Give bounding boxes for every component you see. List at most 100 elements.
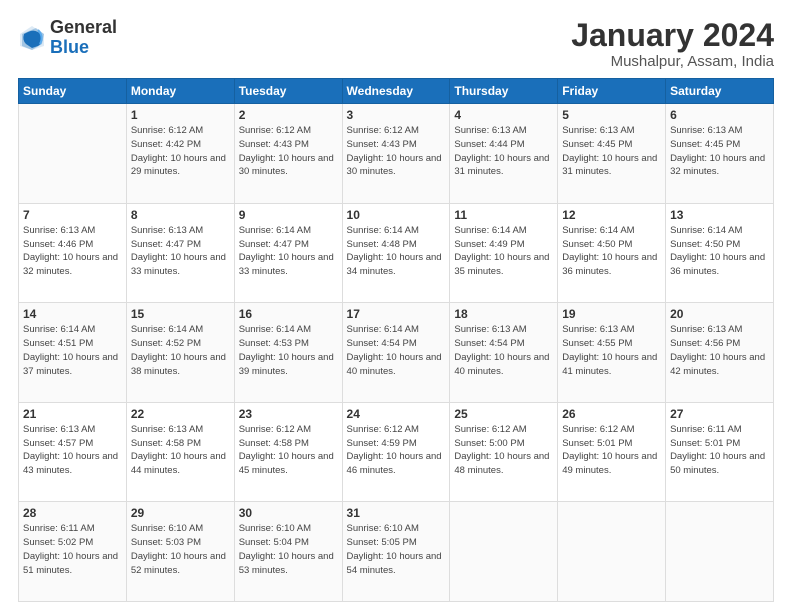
day-info: Sunrise: 6:13 AMSunset: 4:54 PMDaylight:… bbox=[454, 323, 553, 378]
calendar-day-cell: 23Sunrise: 6:12 AMSunset: 4:58 PMDayligh… bbox=[234, 402, 342, 502]
calendar-day-cell: 10 Sunrise: 6:14 AMSunset: 4:48 PMDayligh… bbox=[342, 203, 450, 303]
day-number: 22 bbox=[131, 407, 230, 421]
calendar-day-cell: 9 Sunrise: 6:14 AMSunset: 4:47 PMDaylight… bbox=[234, 203, 342, 303]
day-number: 4 bbox=[454, 108, 553, 122]
day-info: Sunrise: 6:12 AMSunset: 4:59 PMDaylight:… bbox=[347, 423, 446, 478]
calendar-day-cell: 25Sunrise: 6:12 AMSunset: 5:00 PMDayligh… bbox=[450, 402, 558, 502]
day-info: Sunrise: 6:14 AMSunset: 4:54 PMDaylight:… bbox=[347, 323, 446, 378]
day-number: 13 bbox=[670, 208, 769, 222]
calendar-day-cell: 1 Sunrise: 6:12 AMSunset: 4:42 PMDaylight… bbox=[126, 104, 234, 204]
day-info: Sunrise: 6:12 AMSunset: 4:42 PMDaylight:… bbox=[131, 124, 230, 179]
logo-text: General Blue bbox=[50, 18, 117, 58]
day-number: 15 bbox=[131, 307, 230, 321]
calendar-day-cell: 15Sunrise: 6:14 AMSunset: 4:52 PMDayligh… bbox=[126, 303, 234, 403]
calendar-day-cell: 3 Sunrise: 6:12 AMSunset: 4:43 PMDaylight… bbox=[342, 104, 450, 204]
day-number: 26 bbox=[562, 407, 661, 421]
day-info: Sunrise: 6:14 AMSunset: 4:51 PMDaylight:… bbox=[23, 323, 122, 378]
calendar-day-cell: 21Sunrise: 6:13 AMSunset: 4:57 PMDayligh… bbox=[19, 402, 127, 502]
day-number: 20 bbox=[670, 307, 769, 321]
calendar-week-row: 21Sunrise: 6:13 AMSunset: 4:57 PMDayligh… bbox=[19, 402, 774, 502]
calendar-day-cell: 30 Sunrise: 6:10 AMSunset: 5:04 PMDayligh… bbox=[234, 502, 342, 602]
day-number: 10 bbox=[347, 208, 446, 222]
calendar-day-cell: 13Sunrise: 6:14 AMSunset: 4:50 PMDayligh… bbox=[666, 203, 774, 303]
calendar-day-cell: 5Sunrise: 6:13 AMSunset: 4:45 PMDaylight… bbox=[558, 104, 666, 204]
calendar-day-cell: 11 Sunrise: 6:14 AMSunset: 4:49 PMDayligh… bbox=[450, 203, 558, 303]
day-number: 9 bbox=[239, 208, 338, 222]
calendar-day-header: Tuesday bbox=[234, 79, 342, 104]
day-info: Sunrise: 6:12 AMSunset: 4:43 PMDaylight:… bbox=[347, 124, 446, 179]
day-info: Sunrise: 6:14 AMSunset: 4:53 PMDaylight:… bbox=[239, 323, 338, 378]
day-info: Sunrise: 6:13 AMSunset: 4:55 PMDaylight:… bbox=[562, 323, 661, 378]
calendar-day-cell: 16 Sunrise: 6:14 AMSunset: 4:53 PMDayligh… bbox=[234, 303, 342, 403]
calendar-day-cell: 17Sunrise: 6:14 AMSunset: 4:54 PMDayligh… bbox=[342, 303, 450, 403]
calendar-title: January 2024 bbox=[571, 18, 774, 53]
day-number: 24 bbox=[347, 407, 446, 421]
logo-icon bbox=[18, 24, 46, 52]
day-number: 5 bbox=[562, 108, 661, 122]
day-number: 11 bbox=[454, 208, 553, 222]
calendar-day-cell: 28 Sunrise: 6:11 AMSunset: 5:02 PMDayligh… bbox=[19, 502, 127, 602]
calendar-day-cell: 6 Sunrise: 6:13 AMSunset: 4:45 PMDaylight… bbox=[666, 104, 774, 204]
calendar-day-cell: 27Sunrise: 6:11 AMSunset: 5:01 PMDayligh… bbox=[666, 402, 774, 502]
calendar-body: 1 Sunrise: 6:12 AMSunset: 4:42 PMDaylight… bbox=[19, 104, 774, 602]
calendar-day-cell: 8Sunrise: 6:13 AMSunset: 4:47 PMDaylight… bbox=[126, 203, 234, 303]
day-number: 6 bbox=[670, 108, 769, 122]
title-block: January 2024 Mushalpur, Assam, India bbox=[571, 18, 774, 70]
calendar-day-cell bbox=[450, 502, 558, 602]
day-number: 7 bbox=[23, 208, 122, 222]
calendar-day-cell: 12Sunrise: 6:14 AMSunset: 4:50 PMDayligh… bbox=[558, 203, 666, 303]
calendar-day-cell: 7 Sunrise: 6:13 AMSunset: 4:46 PMDaylight… bbox=[19, 203, 127, 303]
calendar-table: SundayMondayTuesdayWednesdayThursdayFrid… bbox=[18, 78, 774, 602]
calendar-day-cell: 14 Sunrise: 6:14 AMSunset: 4:51 PMDayligh… bbox=[19, 303, 127, 403]
logo-blue: Blue bbox=[50, 37, 89, 57]
day-number: 28 bbox=[23, 506, 122, 520]
day-number: 12 bbox=[562, 208, 661, 222]
day-number: 29 bbox=[131, 506, 230, 520]
day-info: Sunrise: 6:14 AMSunset: 4:48 PMDaylight:… bbox=[347, 224, 446, 279]
day-number: 27 bbox=[670, 407, 769, 421]
calendar-day-cell: 18Sunrise: 6:13 AMSunset: 4:54 PMDayligh… bbox=[450, 303, 558, 403]
day-info: Sunrise: 6:13 AMSunset: 4:56 PMDaylight:… bbox=[670, 323, 769, 378]
logo-general: General bbox=[50, 17, 117, 37]
day-info: Sunrise: 6:13 AMSunset: 4:46 PMDaylight:… bbox=[23, 224, 122, 279]
calendar-day-header: Sunday bbox=[19, 79, 127, 104]
logo: General Blue bbox=[18, 18, 117, 58]
header: General Blue January 2024 Mushalpur, Ass… bbox=[18, 18, 774, 70]
calendar-day-cell: 2Sunrise: 6:12 AMSunset: 4:43 PMDaylight… bbox=[234, 104, 342, 204]
day-info: Sunrise: 6:13 AMSunset: 4:45 PMDaylight:… bbox=[670, 124, 769, 179]
day-number: 1 bbox=[131, 108, 230, 122]
day-info: Sunrise: 6:13 AMSunset: 4:47 PMDaylight:… bbox=[131, 224, 230, 279]
calendar-day-cell bbox=[666, 502, 774, 602]
calendar-day-cell: 24 Sunrise: 6:12 AMSunset: 4:59 PMDayligh… bbox=[342, 402, 450, 502]
calendar-day-header: Monday bbox=[126, 79, 234, 104]
calendar-week-row: 1 Sunrise: 6:12 AMSunset: 4:42 PMDaylight… bbox=[19, 104, 774, 204]
day-info: Sunrise: 6:14 AMSunset: 4:47 PMDaylight:… bbox=[239, 224, 338, 279]
day-info: Sunrise: 6:12 AMSunset: 5:00 PMDaylight:… bbox=[454, 423, 553, 478]
calendar-week-row: 28 Sunrise: 6:11 AMSunset: 5:02 PMDayligh… bbox=[19, 502, 774, 602]
calendar-day-cell: 31Sunrise: 6:10 AMSunset: 5:05 PMDayligh… bbox=[342, 502, 450, 602]
day-info: Sunrise: 6:11 AMSunset: 5:02 PMDaylight:… bbox=[23, 522, 122, 577]
calendar-day-header: Wednesday bbox=[342, 79, 450, 104]
day-number: 23 bbox=[239, 407, 338, 421]
day-number: 19 bbox=[562, 307, 661, 321]
day-number: 21 bbox=[23, 407, 122, 421]
calendar-week-row: 14 Sunrise: 6:14 AMSunset: 4:51 PMDayligh… bbox=[19, 303, 774, 403]
calendar-day-cell bbox=[558, 502, 666, 602]
calendar-subtitle: Mushalpur, Assam, India bbox=[571, 53, 774, 70]
day-info: Sunrise: 6:14 AMSunset: 4:49 PMDaylight:… bbox=[454, 224, 553, 279]
calendar-day-cell: 20 Sunrise: 6:13 AMSunset: 4:56 PMDayligh… bbox=[666, 303, 774, 403]
calendar-day-cell: 26Sunrise: 6:12 AMSunset: 5:01 PMDayligh… bbox=[558, 402, 666, 502]
day-number: 31 bbox=[347, 506, 446, 520]
day-number: 3 bbox=[347, 108, 446, 122]
calendar-day-header: Friday bbox=[558, 79, 666, 104]
day-number: 30 bbox=[239, 506, 338, 520]
calendar-day-cell: 4Sunrise: 6:13 AMSunset: 4:44 PMDaylight… bbox=[450, 104, 558, 204]
day-info: Sunrise: 6:13 AMSunset: 4:58 PMDaylight:… bbox=[131, 423, 230, 478]
day-number: 16 bbox=[239, 307, 338, 321]
calendar-day-cell: 22 Sunrise: 6:13 AMSunset: 4:58 PMDayligh… bbox=[126, 402, 234, 502]
day-info: Sunrise: 6:10 AMSunset: 5:04 PMDaylight:… bbox=[239, 522, 338, 577]
day-info: Sunrise: 6:10 AMSunset: 5:03 PMDaylight:… bbox=[131, 522, 230, 577]
calendar-day-cell bbox=[19, 104, 127, 204]
day-number: 14 bbox=[23, 307, 122, 321]
day-info: Sunrise: 6:12 AMSunset: 4:43 PMDaylight:… bbox=[239, 124, 338, 179]
